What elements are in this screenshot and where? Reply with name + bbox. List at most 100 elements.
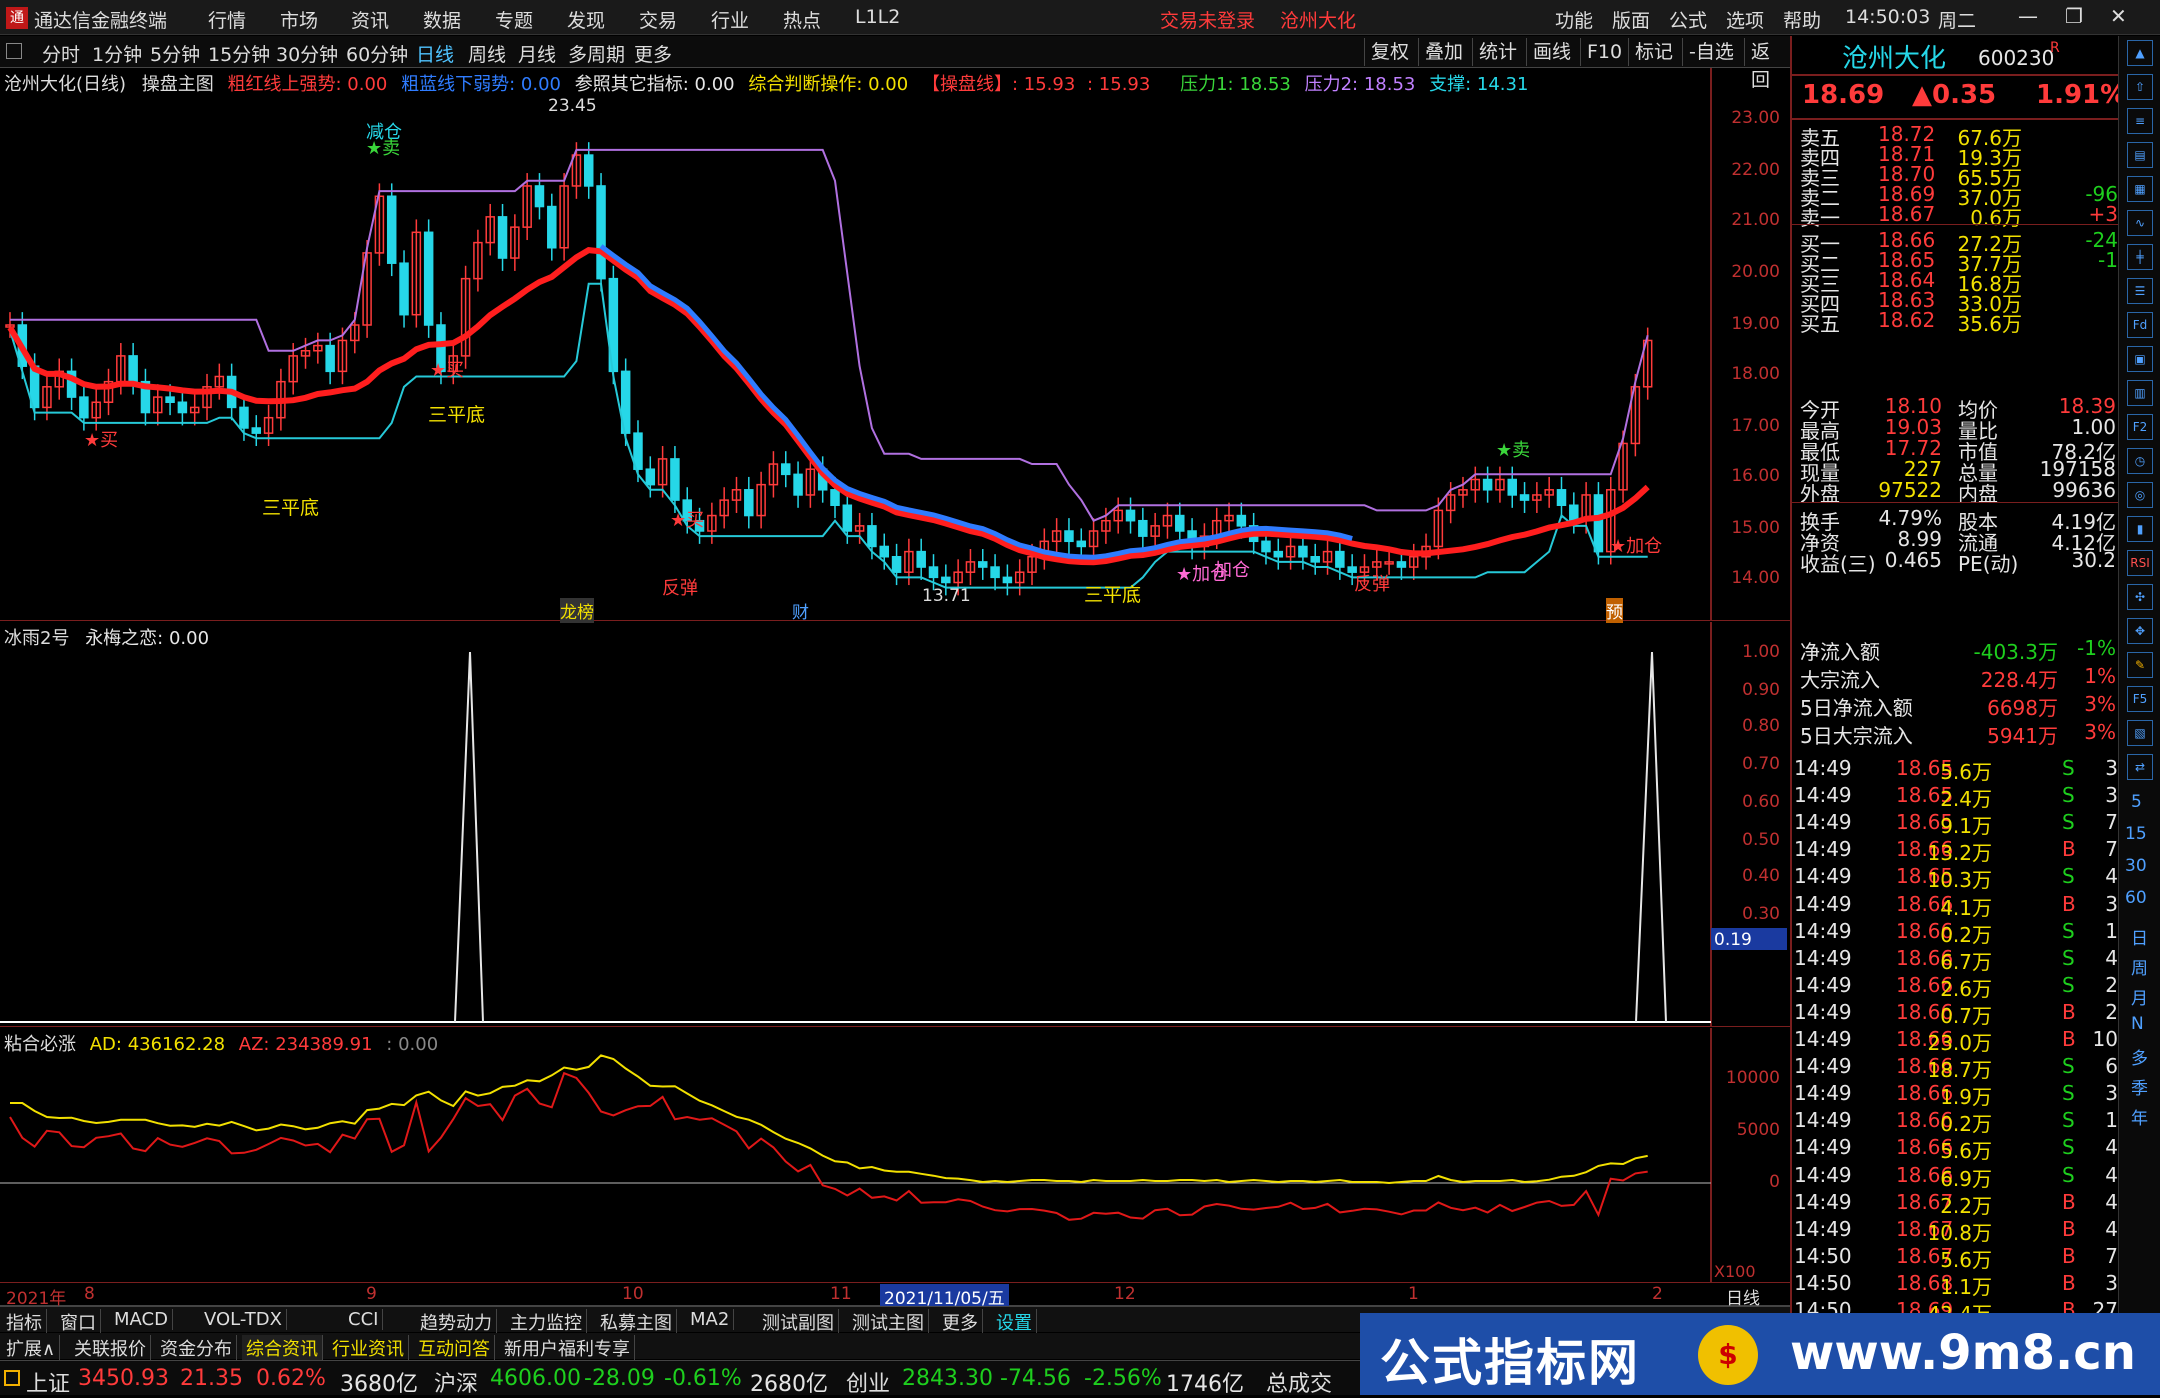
tab-4[interactable]: CCI xyxy=(344,1309,384,1330)
ext-tab-0[interactable]: 扩展∧ xyxy=(2,1335,61,1361)
period-5min[interactable]: 5分钟 xyxy=(150,40,200,67)
period-multi[interactable]: 多周期 xyxy=(568,40,625,67)
tab-7[interactable]: 私募主图 xyxy=(596,1309,677,1335)
tab-1[interactable]: 窗口 xyxy=(56,1309,101,1335)
ext-tab-5[interactable]: 互动问答 xyxy=(414,1335,495,1361)
book-icon[interactable]: ▤ xyxy=(2127,142,2153,168)
tab-11[interactable]: 更多 xyxy=(938,1309,983,1335)
target-icon[interactable]: ◎ xyxy=(2127,482,2153,508)
doc-icon[interactable]: ▣ xyxy=(2127,346,2153,372)
tab-12[interactable]: 设置 xyxy=(992,1309,1037,1335)
status-menu-icon[interactable] xyxy=(4,1370,20,1386)
period-quarter-label[interactable]: 季 xyxy=(2131,1074,2148,1099)
period-n-label[interactable]: N xyxy=(2131,1014,2144,1034)
period-multi-label[interactable]: 多 xyxy=(2131,1044,2148,1069)
menu-data[interactable]: 数据 xyxy=(423,6,461,33)
tab-8[interactable]: MA2 xyxy=(686,1309,735,1330)
period-30min[interactable]: 30分钟 xyxy=(276,40,338,67)
tool-mark[interactable]: 标记 xyxy=(1628,38,1679,66)
period-year-label[interactable]: 年 xyxy=(2131,1104,2148,1129)
period-5-label[interactable]: 5 xyxy=(2131,792,2142,812)
ext-tab-1[interactable]: 关联报价 xyxy=(70,1335,151,1361)
up-arrow-icon[interactable]: ▲ xyxy=(2127,40,2153,66)
period-month-label[interactable]: 月 xyxy=(2131,984,2148,1009)
tool-watchlist[interactable]: -自选 xyxy=(1682,38,1740,66)
menu-layout[interactable]: 版面 xyxy=(1612,6,1650,33)
menu-function[interactable]: 功能 xyxy=(1555,6,1593,33)
menu-industry[interactable]: 行业 xyxy=(711,6,749,33)
restore-icon[interactable]: ❐ xyxy=(2065,4,2083,28)
line-chart-icon[interactable]: ∿ xyxy=(2127,210,2153,236)
tool-back[interactable]: 返回 xyxy=(1744,38,1790,91)
fund-icon[interactable]: Fd xyxy=(2127,312,2153,338)
ext-tab-3[interactable]: 综合资讯 xyxy=(242,1335,323,1361)
tab-6[interactable]: 主力监控 xyxy=(506,1309,587,1335)
menu-trade[interactable]: 交易 xyxy=(639,6,677,33)
menu-formula[interactable]: 公式 xyxy=(1669,6,1707,33)
ext-tab-2[interactable]: 资金分布 xyxy=(156,1335,237,1361)
period-15-label[interactable]: 15 xyxy=(2125,824,2147,844)
period-15min[interactable]: 15分钟 xyxy=(208,40,270,67)
period-monthly[interactable]: 月线 xyxy=(518,40,556,67)
period-60-label[interactable]: 60 xyxy=(2125,888,2147,908)
menu-topic[interactable]: 专题 xyxy=(495,6,533,33)
collapse-icon[interactable]: ⇧ xyxy=(2127,74,2153,100)
tool-drawing[interactable]: 画线 xyxy=(1526,38,1577,66)
ad-banner[interactable]: 公式指标网 $ www.9m8.cn xyxy=(1360,1313,2160,1395)
menu-options[interactable]: 选项 xyxy=(1726,6,1764,33)
pen-icon[interactable]: ✎ xyxy=(2127,652,2153,678)
tool-overlay[interactable]: 叠加 xyxy=(1418,38,1469,66)
clock-icon[interactable]: ◷ xyxy=(2127,448,2153,474)
move-icon[interactable]: ✥ xyxy=(2127,618,2153,644)
marker-forecast[interactable]: 预 xyxy=(1606,598,1623,623)
period-week-label[interactable]: 周 xyxy=(2131,954,2148,979)
period-1min[interactable]: 1分钟 xyxy=(92,40,142,67)
table-icon[interactable]: ▦ xyxy=(2127,176,2153,202)
indicator-panel-1[interactable]: 冰雨2号 永梅之恋: 0.00 1.00 0.90 0.80 0.70 0.60… xyxy=(0,622,1790,1027)
menu-discover[interactable]: 发现 xyxy=(567,6,605,33)
tool-f10[interactable]: F10 xyxy=(1580,38,1628,66)
news-icon[interactable]: ≡ xyxy=(2127,108,2153,134)
indicator-panel-2[interactable]: 粘合必涨 AD: 436162.28 AZ: 234389.91 : 0.00 … xyxy=(0,1028,1790,1283)
index-cy-name[interactable]: 创业 xyxy=(846,1366,890,1398)
panel-toggle-icon[interactable] xyxy=(6,43,22,59)
period-tick[interactable]: 分时 xyxy=(42,40,80,67)
settings-icon[interactable]: ✣ xyxy=(2127,584,2153,610)
tool-restore-rights[interactable]: 复权 xyxy=(1364,38,1415,66)
cube-icon[interactable]: ▧ xyxy=(2127,720,2153,746)
period-more[interactable]: 更多 xyxy=(634,40,672,67)
tab-5[interactable]: 趋势动力 xyxy=(416,1309,497,1335)
login-status[interactable]: 交易未登录 xyxy=(1160,6,1255,33)
tool-statistics[interactable]: 统计 xyxy=(1472,38,1523,66)
f5-icon[interactable]: F5 xyxy=(2127,686,2153,712)
f2-icon[interactable]: F2 xyxy=(2127,414,2153,440)
close-icon[interactable]: ✕ xyxy=(2110,4,2127,28)
tab-2[interactable]: MACD xyxy=(110,1309,173,1330)
grid-icon[interactable]: ▥ xyxy=(2127,380,2153,406)
menu-l1l2[interactable]: L1L2 xyxy=(855,6,900,28)
rsi-icon[interactable]: RSI xyxy=(2127,550,2153,576)
marker-finance[interactable]: 财 xyxy=(792,598,809,623)
period-30-label[interactable]: 30 xyxy=(2125,856,2147,876)
tab-10[interactable]: 测试主图 xyxy=(848,1309,929,1335)
marker-dragon-list[interactable]: 龙榜 xyxy=(560,598,594,623)
menu-quote[interactable]: 行情 xyxy=(208,6,246,33)
minimize-icon[interactable]: — xyxy=(2018,4,2038,28)
menu-news[interactable]: 资讯 xyxy=(351,6,389,33)
bars-icon[interactable]: ▮ xyxy=(2127,516,2153,542)
ext-tab-4[interactable]: 行业资讯 xyxy=(328,1335,409,1361)
index-sz-name[interactable]: 沪深 xyxy=(434,1366,478,1398)
index-sh-name[interactable]: 上证 xyxy=(26,1366,70,1398)
period-60min[interactable]: 60分钟 xyxy=(346,40,408,67)
menu-hot[interactable]: 热点 xyxy=(783,6,821,33)
period-weekly[interactable]: 周线 xyxy=(468,40,506,67)
tab-0[interactable]: 指标 xyxy=(2,1309,47,1335)
ext-tab-6[interactable]: 新用户福利专享 xyxy=(500,1335,635,1361)
candle-icon[interactable]: ╪ xyxy=(2127,244,2153,270)
list-icon[interactable]: ☰ xyxy=(2127,278,2153,304)
tab-9[interactable]: 测试副图 xyxy=(758,1309,839,1335)
main-chart-panel[interactable]: 沧州大化(日线) 操盘主图 粗红线上强势: 0.00 粗蓝线下弱势: 0.00 … xyxy=(0,68,1790,623)
period-daily[interactable]: 日线 xyxy=(416,40,454,67)
tick-list[interactable]: 14:49 18.65 5.6万 S 3 14:49 18.65 2.4万 S 3 14:49 18.… xyxy=(1792,754,2120,1318)
menu-help[interactable]: 帮助 xyxy=(1783,6,1821,33)
